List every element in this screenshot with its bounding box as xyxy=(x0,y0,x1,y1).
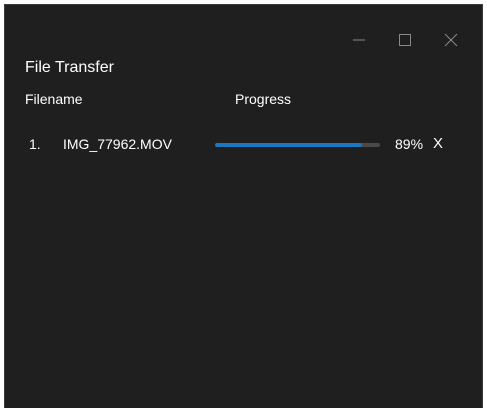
close-button[interactable] xyxy=(428,29,474,51)
minimize-icon xyxy=(351,32,367,48)
minimize-button[interactable] xyxy=(336,29,382,51)
transfer-percent: 89% xyxy=(395,136,424,152)
transfer-progress-fill xyxy=(215,143,362,147)
cancel-transfer-button[interactable]: X xyxy=(433,135,443,152)
column-header-filename: Filename xyxy=(25,91,83,107)
transfer-row: 1. IMG_77962.MOV 89% X xyxy=(5,134,484,154)
maximize-icon xyxy=(397,32,413,48)
maximize-button[interactable] xyxy=(382,29,428,51)
transfer-filename: IMG_77962.MOV xyxy=(63,136,172,152)
transfer-progress-bar xyxy=(215,143,380,147)
transfer-index: 1. xyxy=(29,136,41,152)
window-title: File Transfer xyxy=(25,59,114,76)
file-transfer-window: File Transfer Filename Progress 1. IMG_7… xyxy=(4,4,483,408)
window-controls xyxy=(336,29,474,51)
close-icon xyxy=(443,32,459,48)
column-header-progress: Progress xyxy=(235,91,292,107)
